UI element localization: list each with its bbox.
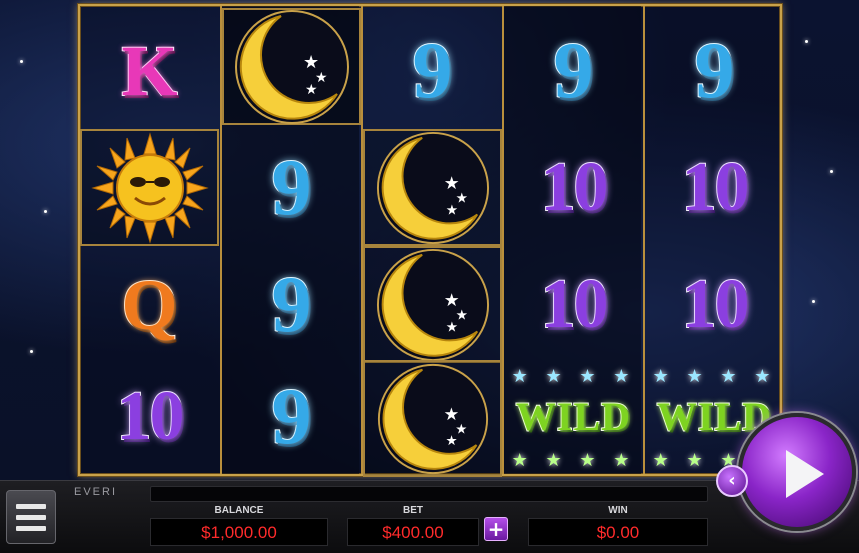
moon-symbol-icon: ★ ★ ★ (363, 246, 502, 363)
symbol-q: Q (120, 264, 178, 345)
stars-icon: ★ ★ ★ ★ (511, 450, 636, 471)
chevron-left-icon: ‹ (728, 470, 736, 491)
svg-text:★: ★ (445, 319, 457, 335)
plus-icon: + (487, 517, 505, 541)
symbol-9: 9 (271, 372, 313, 461)
win-label: WIN (608, 505, 628, 516)
wild-symbol: ★ ★ ★ ★ WILD ★ ★ ★ ★ (504, 358, 643, 475)
bet-value: $400.00 (347, 518, 479, 546)
moon-symbol-icon: ★ ★ ★ (222, 8, 361, 125)
symbol-10: 10 (681, 265, 751, 343)
back-button[interactable]: ‹ (716, 465, 748, 497)
hamburger-icon (16, 503, 46, 509)
menu-button[interactable] (6, 490, 56, 544)
balance-label: BALANCE (214, 505, 264, 516)
reels-area: K Q 10 ★ ★ ★ 9 9 9 9 ★ ★ ★ ★ ★ ★ ★ ★ ★ 9… (78, 4, 782, 477)
symbol-9: 9 (271, 260, 313, 349)
svg-text:★: ★ (305, 82, 318, 98)
stars-icon: ★ ★ ★ ★ (652, 366, 777, 387)
win-meter: WIN $0.00 (528, 504, 708, 548)
bet-meter: BET $400.00 (347, 504, 479, 548)
moon-symbol-icon: ★ ★ ★ (363, 129, 502, 246)
symbol-10: 10 (116, 377, 186, 455)
symbol-9: 9 (553, 26, 595, 115)
reel-3: 9 ★ ★ ★ ★ ★ ★ ★ ★ ★ (361, 6, 502, 477)
balance-meter: BALANCE $1,000.00 (150, 504, 328, 548)
bet-label: BET (403, 505, 423, 516)
bet-increase-button[interactable]: + (484, 517, 508, 541)
symbol-10: 10 (540, 265, 610, 343)
svg-text:★: ★ (445, 202, 457, 218)
symbol-10: 10 (681, 148, 751, 226)
moon-symbol-icon: ★ ★ ★ (363, 360, 502, 477)
stars-icon: ★ ★ ★ ★ (511, 366, 636, 387)
brand-logo: EVERI (74, 486, 118, 498)
symbol-k: K (120, 30, 178, 111)
win-value: $0.00 (528, 518, 708, 546)
reel-4: 9 10 10 ★ ★ ★ ★ WILD ★ ★ ★ ★ (502, 6, 641, 474)
reel-2: ★ ★ ★ 9 9 9 (220, 6, 361, 474)
reel-1: K Q 10 (80, 6, 219, 474)
symbol-9: 9 (271, 143, 313, 232)
svg-text:★: ★ (445, 433, 457, 449)
symbol-10: 10 (540, 148, 610, 226)
reel-5: 9 10 10 ★ ★ ★ ★ WILD ★ ★ ★ ★ (643, 6, 782, 474)
spin-button[interactable] (738, 413, 856, 531)
symbol-9: 9 (412, 26, 454, 115)
sun-symbol-icon (80, 129, 219, 246)
message-strip (150, 486, 708, 502)
symbol-9: 9 (694, 26, 736, 115)
balance-value: $1,000.00 (150, 518, 328, 546)
play-icon (786, 450, 824, 498)
game-stage: K Q 10 ★ ★ ★ 9 9 9 9 ★ ★ ★ ★ ★ ★ ★ ★ ★ 9… (0, 0, 859, 480)
